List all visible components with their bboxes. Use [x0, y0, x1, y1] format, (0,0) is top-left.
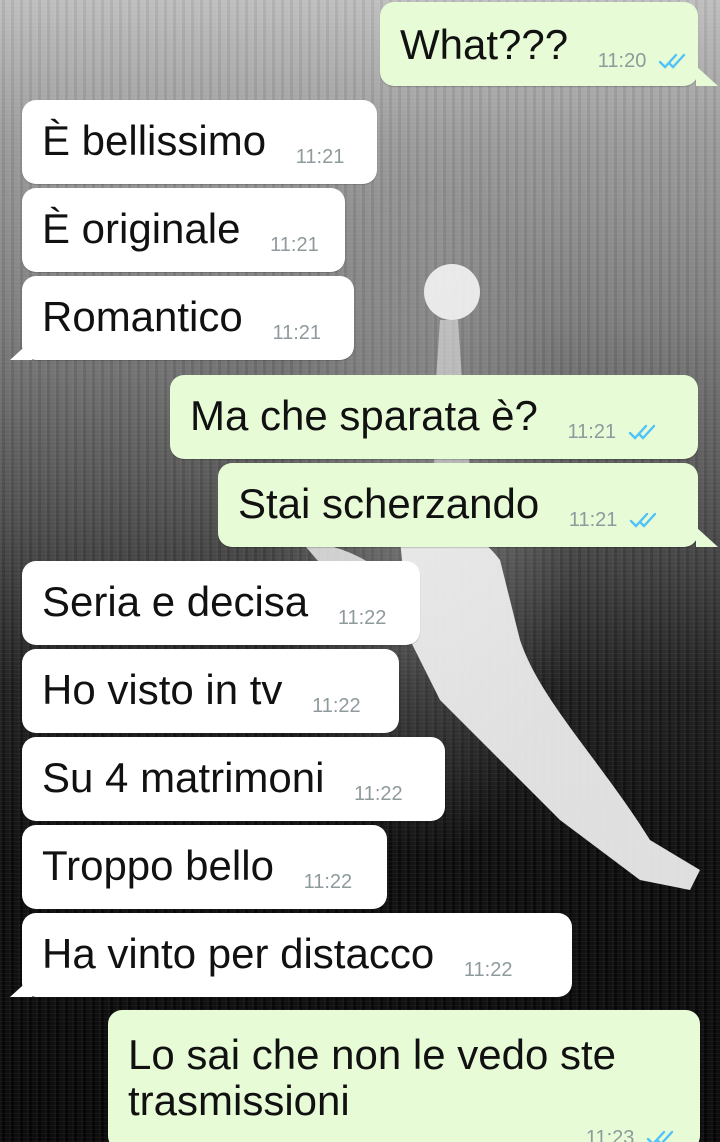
message-time: 11:21	[295, 146, 345, 168]
message-bubble-incoming[interactable]: Su 4 matrimoni 11:22	[22, 737, 445, 821]
message-text: È originale	[42, 205, 241, 252]
message-text: Lo sai che non le vedo ste trasmissioni	[128, 1031, 617, 1124]
message-text: Ho visto in tv	[42, 666, 283, 713]
message-time: 11:22	[337, 607, 387, 629]
message-bubble-outgoing[interactable]: What??? 11:20	[380, 2, 698, 86]
message-time: 11:22	[303, 871, 353, 893]
message-text: Troppo bello	[42, 842, 274, 889]
message-bubble-incoming[interactable]: Seria e decisa 11:22	[22, 561, 420, 645]
message-text: Su 4 matrimoni	[42, 754, 325, 801]
message-text: Stai scherzando	[238, 480, 540, 527]
message-bubble-incoming[interactable]: Ha vinto per distacco 11:22	[22, 913, 572, 997]
message-time: 11:20	[597, 50, 647, 72]
message-meta: 11:20	[598, 51, 692, 71]
double-check-icon	[629, 512, 657, 528]
message-bubble-outgoing[interactable]: Stai scherzando 11:21	[218, 463, 698, 547]
message-bubble-incoming[interactable]: Troppo bello 11:22	[22, 825, 387, 909]
bubble-tail	[10, 977, 32, 997]
message-bubble-outgoing[interactable]: Ma che sparata è? 11:21	[170, 375, 698, 459]
message-text: What???	[400, 21, 569, 68]
message-bubble-incoming[interactable]: Ho visto in tv 11:22	[22, 649, 399, 733]
bubble-tail	[696, 527, 718, 547]
message-time: 11:23	[585, 1127, 635, 1142]
message-text: Seria e decisa	[42, 578, 309, 625]
message-time: 11:22	[354, 783, 403, 805]
double-check-icon	[658, 53, 686, 69]
message-time: 11:22	[312, 695, 361, 717]
message-bubble-incoming[interactable]: È bellissimo 11:21	[22, 100, 377, 184]
message-text: È bellissimo	[42, 117, 267, 164]
message-bubble-outgoing[interactable]: Lo sai che non le vedo ste trasmissioni …	[108, 1010, 700, 1142]
message-text: Romantico	[42, 293, 243, 340]
message-meta: 11:21	[568, 422, 662, 442]
message-text: Ha vinto per distacco	[42, 930, 435, 977]
double-check-icon	[628, 424, 655, 440]
message-text: Ma che sparata è?	[190, 392, 538, 439]
message-meta: 11:21	[569, 510, 663, 530]
message-time: 11:21	[568, 509, 618, 531]
message-bubble-incoming[interactable]: Romantico 11:21	[22, 276, 354, 360]
bubble-tail	[696, 66, 718, 86]
message-time: 11:21	[567, 421, 617, 443]
bubble-tail	[10, 340, 32, 360]
message-bubble-incoming[interactable]: È originale 11:21	[22, 188, 345, 272]
message-time: 11:21	[272, 322, 322, 344]
message-time: 11:22	[463, 959, 513, 981]
double-check-icon	[646, 1130, 674, 1142]
message-time: 11:21	[270, 234, 319, 256]
message-meta: 11:23	[128, 1128, 680, 1142]
